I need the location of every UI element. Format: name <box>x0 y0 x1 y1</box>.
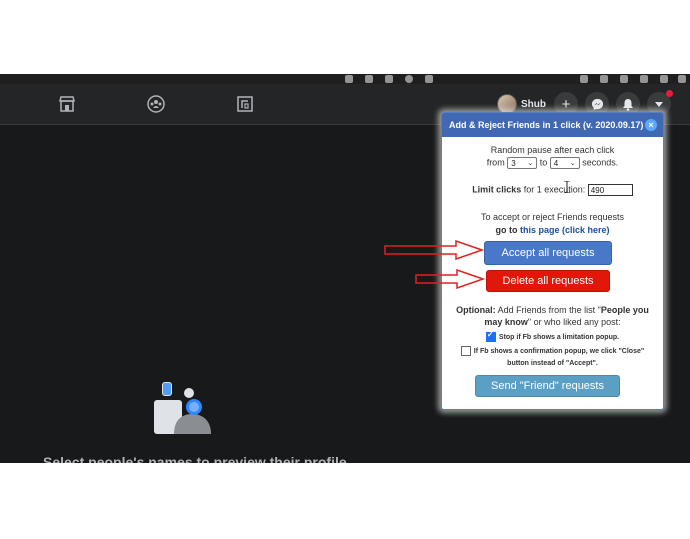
stop-checkbox[interactable] <box>485 330 496 342</box>
stop-checkbox-row: Stop if Fb shows a limitation popup. <box>442 330 663 342</box>
extension-icon[interactable] <box>345 75 353 83</box>
extension-icon[interactable] <box>600 75 608 83</box>
delete-all-button[interactable]: Delete all requests <box>486 270 610 292</box>
groups-icon[interactable] <box>144 92 168 116</box>
optional-bold: Optional: <box>456 305 496 315</box>
limit-bold-label: Limit clicks <box>472 184 522 195</box>
goto-label: go to <box>495 225 518 235</box>
to-label: to <box>539 157 548 168</box>
annotation-arrow-icon <box>384 240 484 260</box>
confirm-checkbox[interactable] <box>460 346 471 357</box>
extension-icon[interactable] <box>660 75 668 83</box>
close-icon[interactable]: × <box>645 119 657 131</box>
preview-prompt: Select people's names to preview their p… <box>43 454 347 463</box>
extension-icon[interactable] <box>405 75 413 83</box>
optional-text: Optional: Add Friends from the list "Peo… <box>442 304 663 328</box>
popup-title: Add & Reject Friends in 1 click (v. 2020… <box>449 120 644 130</box>
notification-dot <box>666 90 673 97</box>
avatar <box>497 94 517 114</box>
pause-range-row: from 3 ⌄ to 4 ⌄ seconds. <box>442 157 663 169</box>
people-illustration-icon <box>154 382 211 434</box>
limit-label: for 1 execution: <box>523 184 586 195</box>
confirm-checkbox-label: If Fb shows a confirmation popup, we cli… <box>473 348 645 367</box>
extension-icon[interactable] <box>640 75 648 83</box>
chevron-down-icon: ⌄ <box>569 160 576 167</box>
extension-icon[interactable] <box>385 75 393 83</box>
to-value: 4 <box>553 159 559 168</box>
seconds-label: seconds. <box>582 157 619 168</box>
stop-checkbox-label: Stop if Fb shows a limitation popup. <box>498 333 620 341</box>
gaming-icon[interactable] <box>233 92 257 116</box>
text-cursor-icon <box>564 181 570 193</box>
confirm-checkbox-row: If Fb shows a confirmation popup, we cli… <box>442 346 663 370</box>
to-select[interactable]: 4 ⌄ <box>549 157 580 169</box>
extension-icon[interactable] <box>365 75 373 83</box>
popup-header: Add & Reject Friends in 1 click (v. 2020… <box>442 113 663 137</box>
friend-requests-link[interactable]: this page (click here) <box>520 225 610 235</box>
annotation-arrow-icon <box>415 269 485 289</box>
send-friend-requests-button[interactable]: Send "Friend" requests <box>475 375 620 397</box>
from-value: 3 <box>511 159 516 168</box>
extension-popup: Add & Reject Friends in 1 click (v. 2020… <box>441 112 664 410</box>
extension-icon[interactable] <box>678 75 686 83</box>
extension-icon[interactable] <box>425 75 433 83</box>
from-label: from <box>486 157 505 168</box>
from-select[interactable]: 3 ⌄ <box>507 157 538 169</box>
marketplace-icon[interactable] <box>55 92 79 116</box>
optional-tail: " or who liked any post: <box>527 317 621 327</box>
random-pause-label: Random pause after each click <box>490 145 615 155</box>
optional-desc: Add Friends from the list " <box>497 305 601 315</box>
limit-row: Limit clicks for 1 execution: 490 <box>442 184 663 196</box>
chevron-down-icon: ⌄ <box>527 160 534 167</box>
accept-all-button[interactable]: Accept all requests <box>484 241 612 265</box>
goto-row: go to this page (click here) <box>442 225 663 235</box>
profile-name: Shub <box>521 98 546 110</box>
extension-icon[interactable] <box>580 75 588 83</box>
limit-input[interactable]: 490 <box>587 184 633 196</box>
accept-reject-text: To accept or reject Friends requests <box>480 212 625 222</box>
browser-extension-strip <box>0 74 690 84</box>
extension-icon[interactable] <box>620 75 628 83</box>
